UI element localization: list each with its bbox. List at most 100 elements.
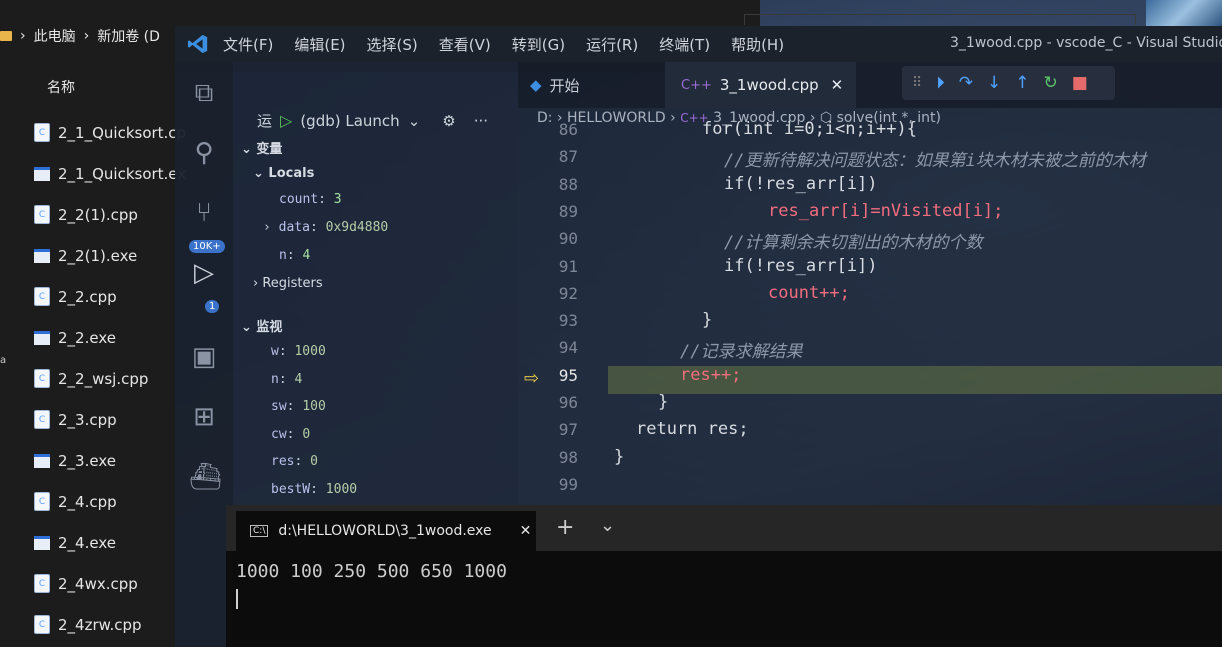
watch-value: 0 (310, 454, 318, 469)
code-line: //更新待解决问题状态：如果第i块木材未被之前的木材 (724, 151, 1146, 172)
menu-item[interactable]: 终端(T) (659, 36, 710, 54)
watch-name: res (271, 454, 295, 469)
menu-item[interactable]: 选择(S) (367, 36, 418, 54)
terminal-tab-title: d:\HELLOWORLD\3_1wood.exe (278, 523, 492, 539)
menu-item[interactable]: 帮助(H) (731, 36, 784, 54)
locals-section[interactable]: ⌄ Locals (253, 166, 314, 181)
remote-explorer-icon[interactable]: ▣ (189, 342, 219, 372)
chevron-right-icon[interactable]: › (263, 220, 271, 235)
menu-item[interactable]: 转到(G) (512, 36, 565, 54)
watch-row[interactable]: cw: 0 (271, 427, 310, 442)
breadcrumb-folder[interactable]: HELLOWORLD (567, 110, 666, 126)
watch-section[interactable]: ⌄ 监视 (241, 316, 282, 335)
line-number: 90 (558, 229, 578, 249)
search-icon[interactable]: ⚲ (189, 138, 219, 168)
line-number: 98 (558, 447, 578, 467)
file-item[interactable]: 2_3.exe (34, 440, 186, 481)
code-line: //计算剩余未切割出的木材的个数 (724, 233, 983, 254)
file-name: 2_4.cpp (58, 492, 117, 511)
variables-section[interactable]: ⌄ 变量 (241, 138, 282, 157)
watch-row[interactable]: n: 4 (271, 372, 302, 387)
file-item[interactable]: C 2_2.cpp (34, 276, 186, 317)
docker-icon[interactable]: ⛴ (189, 462, 222, 492)
nav-pane-letter: a (0, 355, 7, 366)
chevron-right-icon: › (670, 110, 681, 126)
source-control-icon[interactable]: ⑂ (189, 198, 219, 228)
column-header-name[interactable]: 名称 (47, 77, 75, 97)
gear-icon[interactable]: ⚙ (442, 112, 455, 130)
file-name: 2_1_Quicksort.ex (58, 164, 187, 183)
file-explorer: › 此电脑 › 新加卷 (D 名称 a C 2_1_Quicksort.cp 2_1… (0, 0, 186, 647)
restart-icon[interactable]: ↻ (1044, 73, 1058, 93)
code-editor[interactable]: ⇨ 86 for(int i=0;i<n;i++){87//更新待解决问题状态：如… (518, 119, 1222, 510)
watch-name: bestW (271, 481, 311, 497)
registers-section[interactable]: › Registers (253, 276, 323, 291)
run-debug-icon[interactable]: ▷ (189, 258, 219, 288)
more-actions-icon[interactable]: ··· (474, 112, 488, 130)
watch-row[interactable]: w: 1000 (271, 344, 326, 359)
cpp-file-icon: C (34, 615, 50, 634)
close-icon[interactable]: ✕ (520, 523, 532, 539)
menu-item[interactable]: 运行(R) (586, 36, 638, 54)
variable-row[interactable]: n: 4 (279, 248, 310, 263)
explorer-icon[interactable]: ⧉ (189, 78, 219, 108)
stop-icon[interactable]: ■ (1072, 73, 1088, 93)
tab-welcome[interactable]: ◆ 开始 (518, 62, 675, 108)
file-item[interactable]: C 2_3.cpp (34, 399, 186, 440)
watch-row[interactable]: res: 0 (271, 454, 318, 469)
watch-row[interactable]: sw: 100 (271, 399, 326, 414)
line-number: 89 (558, 201, 578, 221)
start-debugging-icon[interactable]: ▷ (280, 111, 292, 130)
breadcrumb-this-pc[interactable]: 此电脑 (34, 26, 76, 46)
menu-item[interactable]: 编辑(E) (294, 36, 345, 54)
file-item[interactable]: C 2_2(1).cpp (34, 194, 186, 235)
window-title: 3_1wood.cpp - vscode_C - Visual Studio C (950, 35, 1222, 51)
exe-file-icon (34, 453, 50, 468)
code-line: if(!res_arr[i]) (724, 173, 878, 194)
file-item[interactable]: 2_4.exe (34, 522, 186, 563)
variable-row[interactable]: count: 3 (279, 192, 342, 207)
code-line: if(!res_arr[i]) (724, 255, 878, 276)
file-name: 2_4zrw.cpp (58, 615, 142, 634)
cpp-file-icon: C (34, 369, 50, 388)
step-over-icon[interactable]: ↷ (959, 73, 973, 93)
new-tab-icon[interactable]: + (556, 515, 574, 540)
watch-value: 0 (302, 426, 311, 442)
line-number: 88 (558, 174, 578, 194)
file-item[interactable]: C 2_1_Quicksort.cp (34, 112, 186, 153)
line-number: 99 (558, 474, 578, 494)
step-into-icon[interactable]: ↓ (987, 73, 1001, 93)
file-item[interactable]: C 2_4.cpp (34, 481, 186, 522)
file-item[interactable]: C 2_4zrw.cpp (34, 604, 186, 645)
folder-icon (0, 31, 12, 41)
explorer-search-box[interactable] (744, 14, 1136, 25)
terminal-tab[interactable]: C:\ d:\HELLOWORLD\3_1wood.exe ✕ (236, 511, 536, 551)
tab-3-1wood-cpp[interactable]: C++ 3_1wood.cpp ✕ (665, 62, 856, 108)
file-item[interactable]: 2_1_Quicksort.ex (34, 153, 186, 194)
breadcrumb-drive[interactable]: 新加卷 (D (97, 26, 160, 46)
file-item[interactable]: 2_2(1).exe (34, 235, 186, 276)
file-name: 2_3.exe (58, 451, 116, 470)
continue-icon[interactable]: ⏵ (936, 73, 945, 93)
watch-row[interactable]: bestW: 1000 (271, 482, 357, 497)
file-item[interactable]: 2_2.exe (34, 317, 186, 358)
extensions-icon[interactable]: ⊞ (189, 402, 219, 432)
launch-config-select[interactable]: (gdb) Launch (300, 112, 399, 130)
menu-item[interactable]: 查看(V) (439, 36, 491, 54)
file-item[interactable]: C 2_2_wsj.cpp (34, 358, 186, 399)
activity-bar: ⧉ ⚲ ⑂ 10K+ ▷ 1 ▣ ⊞ ⛴ (175, 62, 233, 647)
menu-item[interactable]: 文件(F) (223, 36, 273, 54)
drag-handle-icon[interactable]: ⠿ (912, 75, 922, 91)
file-name: 2_2.exe (58, 328, 116, 347)
variable-row[interactable]: › data: 0x9d4880 (263, 220, 388, 235)
step-out-icon[interactable]: ↑ (1015, 73, 1029, 93)
debug-launch-bar: 运 ▷ (gdb) Launch ⌄ ⚙ ··· (257, 110, 488, 131)
variable-name: count (279, 192, 319, 207)
close-icon[interactable]: ✕ (831, 76, 844, 94)
file-item[interactable]: C 2_4wx.cpp (34, 563, 186, 604)
chevron-down-icon[interactable]: ⌄ (408, 112, 421, 130)
line-number: 96 (558, 393, 578, 412)
watch-value: 4 (294, 371, 303, 387)
chevron-down-icon[interactable]: ⌄ (600, 515, 615, 536)
code-line: for(int i=0;i<n;i++){ (702, 119, 917, 139)
